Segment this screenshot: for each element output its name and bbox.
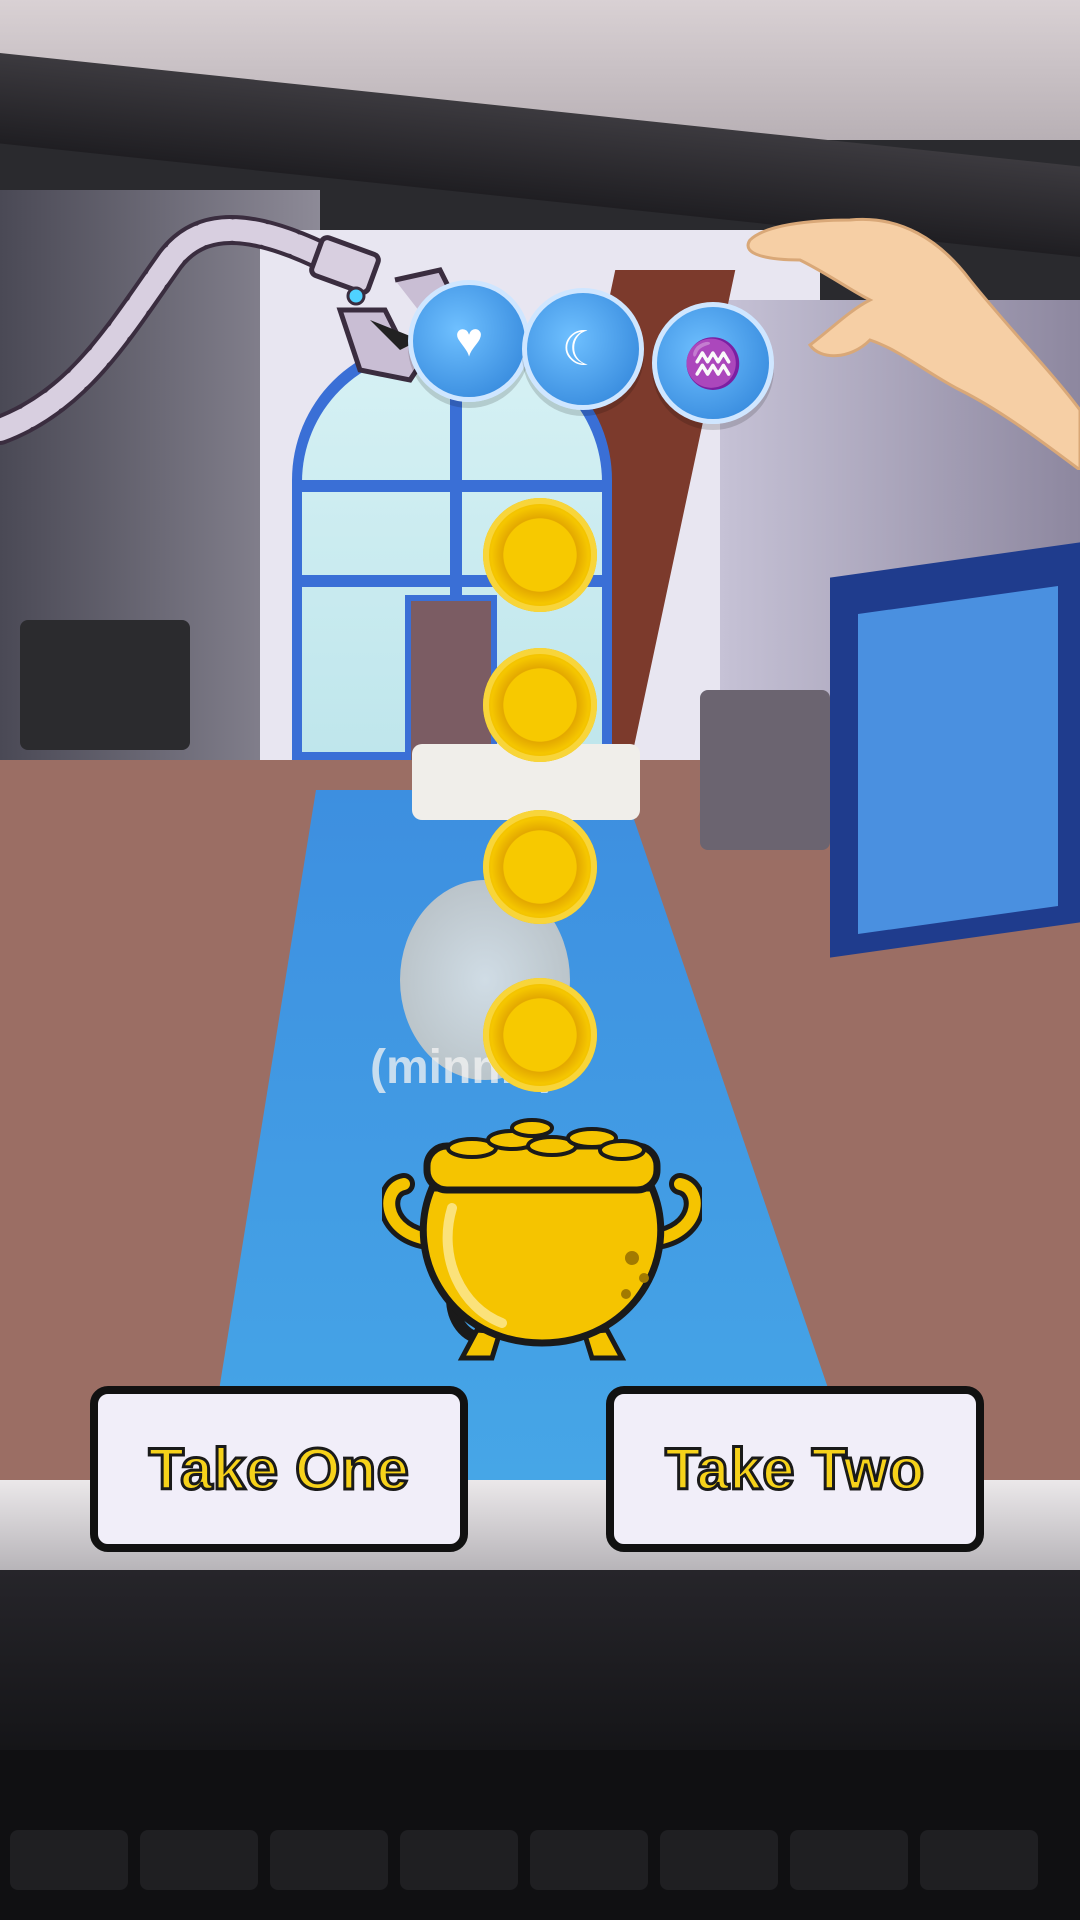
furniture (700, 690, 830, 850)
keyboard (0, 1750, 1080, 1920)
take-one-label: Take One (147, 1435, 410, 1503)
gold-coin-icon (483, 498, 597, 612)
gold-coin-icon (483, 978, 597, 1092)
gold-coin-icon (483, 810, 597, 924)
back-door (405, 595, 497, 767)
take-two-button[interactable]: Take Two (606, 1386, 984, 1552)
keyboard-key (530, 1830, 648, 1890)
side-door (858, 585, 1058, 935)
keyboard-key (660, 1830, 778, 1890)
gold-coin-icon (483, 648, 597, 762)
keyboard-key (270, 1830, 388, 1890)
pot-of-gold-icon (382, 1118, 702, 1361)
keyboard-key (400, 1830, 518, 1890)
keyboard-key (140, 1830, 258, 1890)
jellyfish-icon[interactable]: ♒ (652, 302, 774, 424)
heart-rocket-icon[interactable]: ♥ (408, 280, 530, 402)
keyboard-key (790, 1830, 908, 1890)
furniture (20, 620, 190, 750)
keyboard-key (10, 1830, 128, 1890)
monitor-bezel-bottom (0, 1570, 1080, 1750)
robot-claw-icon (0, 215, 464, 445)
hand-icon (746, 217, 1080, 470)
moon-icon[interactable]: ☾ (522, 288, 644, 410)
take-two-label: Take Two (664, 1435, 926, 1503)
window-mullion (302, 480, 602, 492)
take-one-button[interactable]: Take One (90, 1386, 468, 1552)
keyboard-key (920, 1830, 1038, 1890)
